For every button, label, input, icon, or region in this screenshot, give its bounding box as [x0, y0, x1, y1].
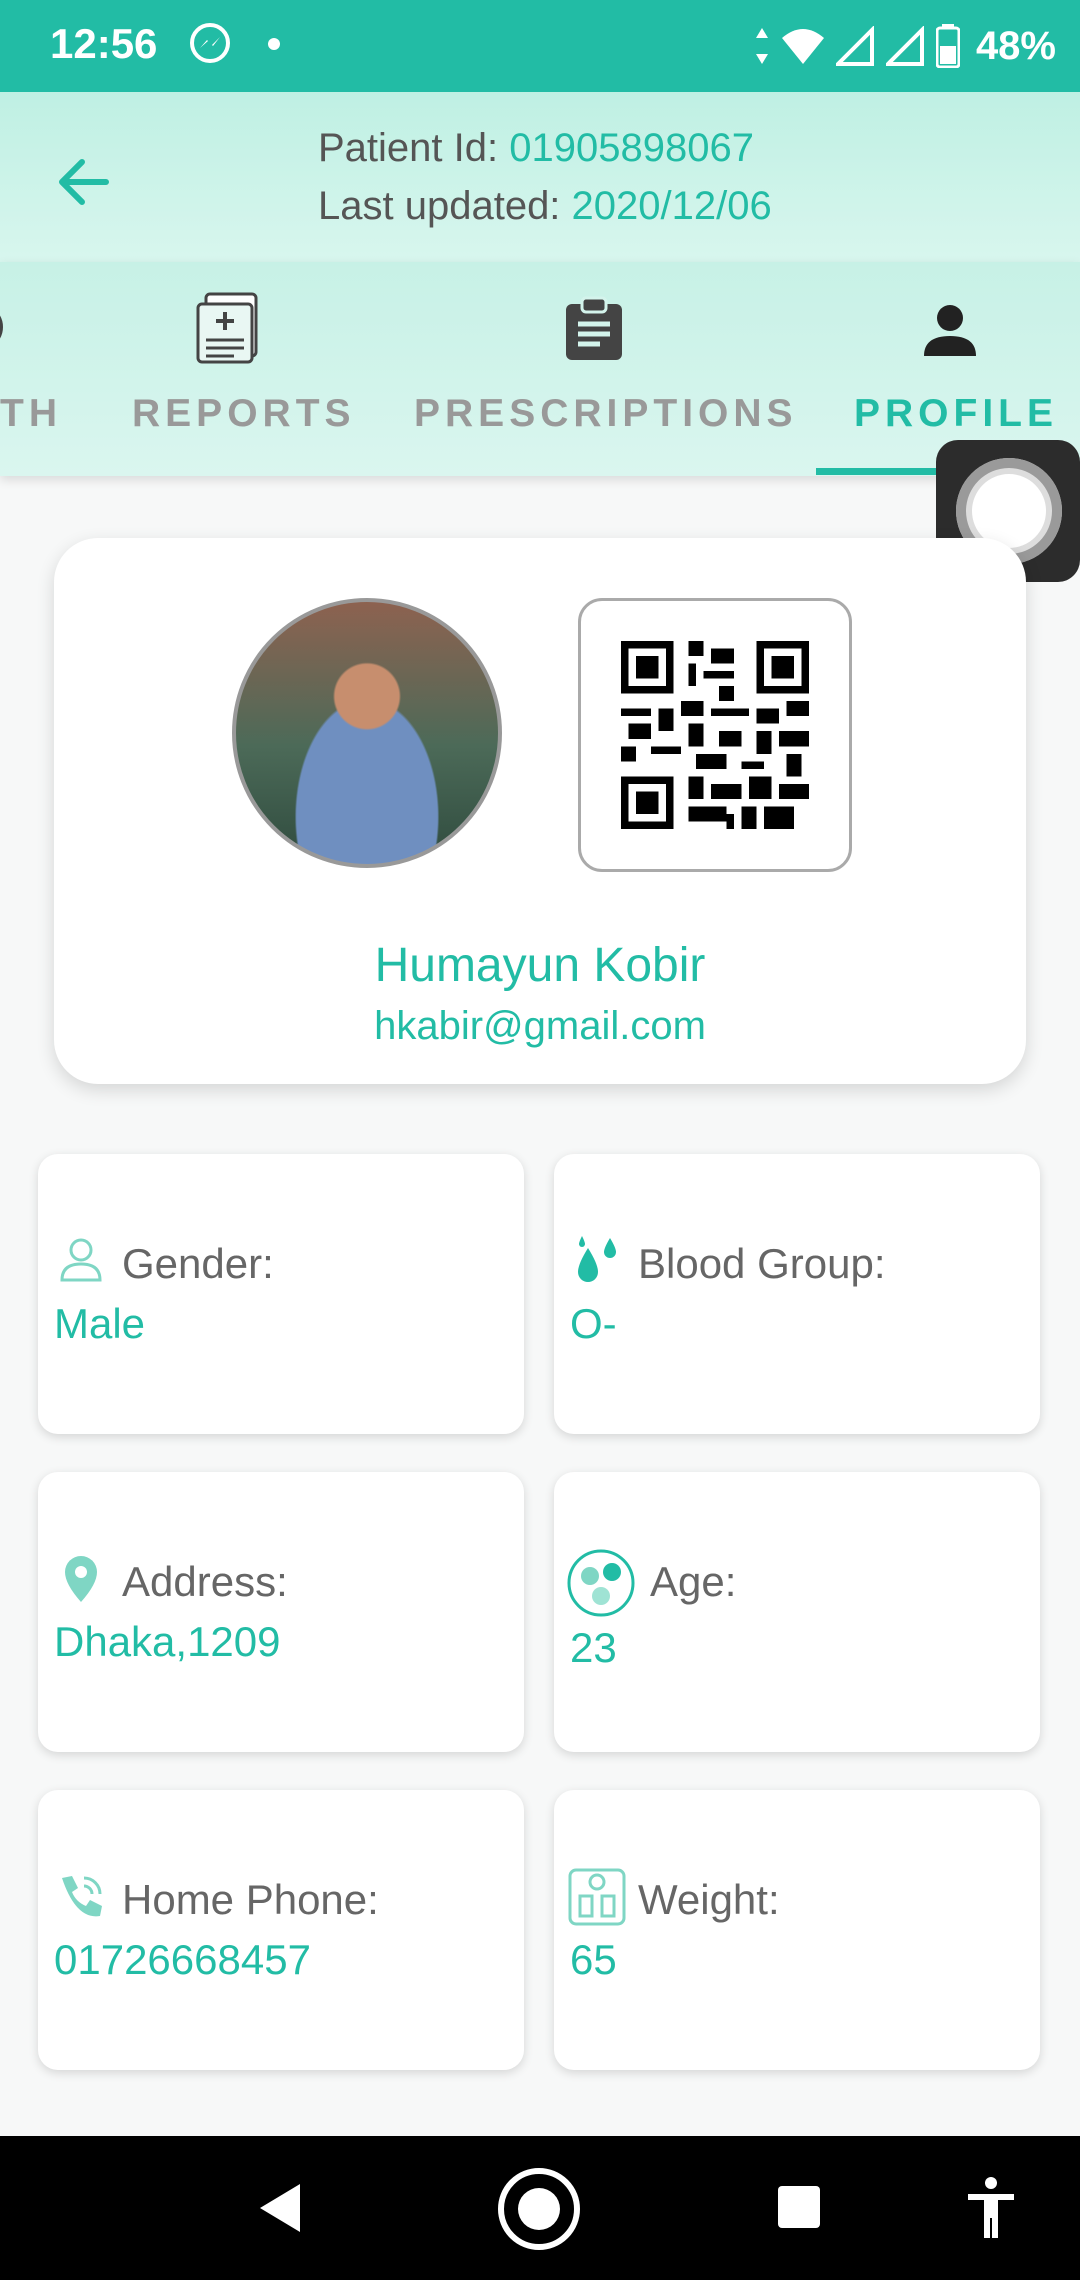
tab-prescriptions-label: PRESCRIPTIONS: [414, 392, 798, 435]
home-phone-card: Home Phone: 01726668457: [38, 1790, 524, 2070]
tab-prescriptions[interactable]: PRESCRIPTIONS: [400, 262, 800, 476]
family-age-icon: [567, 1549, 635, 1617]
messenger-icon: [190, 23, 230, 63]
home-nav-icon[interactable]: [496, 2166, 582, 2252]
weight-value: 65: [570, 1936, 617, 1983]
patient-id-label: Patient Id:: [318, 126, 510, 170]
profile-name: Humayun Kobir: [374, 939, 706, 992]
tab-reports[interactable]: REPORTS: [110, 262, 370, 476]
age-card: Age: 23: [554, 1472, 1040, 1752]
address-value: Dhaka,1209: [54, 1618, 281, 1665]
patient-id-row: Patient Id: 01905898067: [318, 126, 754, 171]
blood-group-label: Blood Group:: [638, 1240, 886, 1287]
location-pin-icon: [65, 1556, 97, 1602]
gender-label: Gender:: [122, 1240, 274, 1287]
address-card: Address: Dhaka,1209: [38, 1472, 524, 1752]
blood-group-card: Blood Group: O-: [554, 1154, 1040, 1434]
battery-icon: [935, 24, 960, 68]
person-outline-icon: [60, 1238, 102, 1282]
tab-bar: TH REPORTS PRESCRIPTIONS PROFILE: [0, 262, 1080, 476]
data-arrows-icon: [755, 28, 768, 64]
wifi-icon: [781, 29, 824, 64]
signal-icon-2: [885, 26, 924, 66]
blood-drop-icon: [578, 1236, 616, 1282]
last-updated-value: 2020/12/06: [571, 184, 772, 228]
patient-id-value: 01905898067: [509, 126, 754, 170]
phone-ringing-icon: [62, 1876, 102, 1917]
last-updated-label: Last updated:: [318, 184, 572, 228]
profile-card: Humayun Kobir hkabir@gmail.com: [54, 538, 1026, 1084]
home-phone-value: 01726668457: [54, 1936, 311, 1983]
profile-email: hkabir@gmail.com: [374, 1004, 706, 1048]
address-label: Address:: [122, 1558, 288, 1605]
status-time: 12:56: [50, 20, 158, 67]
accessibility-icon[interactable]: [966, 2176, 1016, 2240]
notification-dot: [268, 38, 280, 50]
clipboard-icon: [566, 296, 622, 360]
age-value: 23: [570, 1624, 617, 1671]
medical-report-icon: [196, 292, 258, 364]
tab-partial[interactable]: TH: [0, 262, 60, 476]
gender-value: Male: [54, 1300, 146, 1347]
gender-card: Gender: Male: [38, 1154, 524, 1434]
tab-reports-label: REPORTS: [132, 392, 356, 435]
age-label: Age:: [650, 1558, 737, 1605]
app-header: Patient Id: 01905898067 Last updated: 20…: [0, 92, 1080, 262]
blood-group-value: O-: [570, 1300, 617, 1347]
last-updated-row: Last updated: 2020/12/06: [318, 184, 772, 229]
back-arrow-icon[interactable]: [52, 150, 116, 214]
qr-code-graphic: [621, 641, 809, 829]
recents-nav-icon[interactable]: [776, 2184, 822, 2230]
qr-code[interactable]: [578, 598, 852, 872]
system-nav-bar: [0, 2136, 1080, 2280]
back-nav-icon[interactable]: [256, 2180, 304, 2236]
tab-profile-label: PROFILE: [854, 392, 1059, 435]
partial-tab-icon: [0, 315, 3, 339]
battery-percent: 48%: [975, 23, 1056, 68]
status-icons: 48%: [754, 14, 1056, 78]
person-icon: [924, 305, 976, 356]
status-bar: 12:56 48%: [0, 0, 1080, 92]
signal-icon: [835, 26, 874, 66]
tab-partial-label: TH: [0, 392, 62, 435]
avatar[interactable]: [232, 598, 502, 868]
weight-card: Weight: 65: [554, 1790, 1040, 2070]
weight-label: Weight:: [638, 1876, 780, 1923]
weight-scale-icon: [568, 1868, 626, 1926]
home-phone-label: Home Phone:: [122, 1876, 379, 1923]
assistive-core: [972, 474, 1046, 548]
